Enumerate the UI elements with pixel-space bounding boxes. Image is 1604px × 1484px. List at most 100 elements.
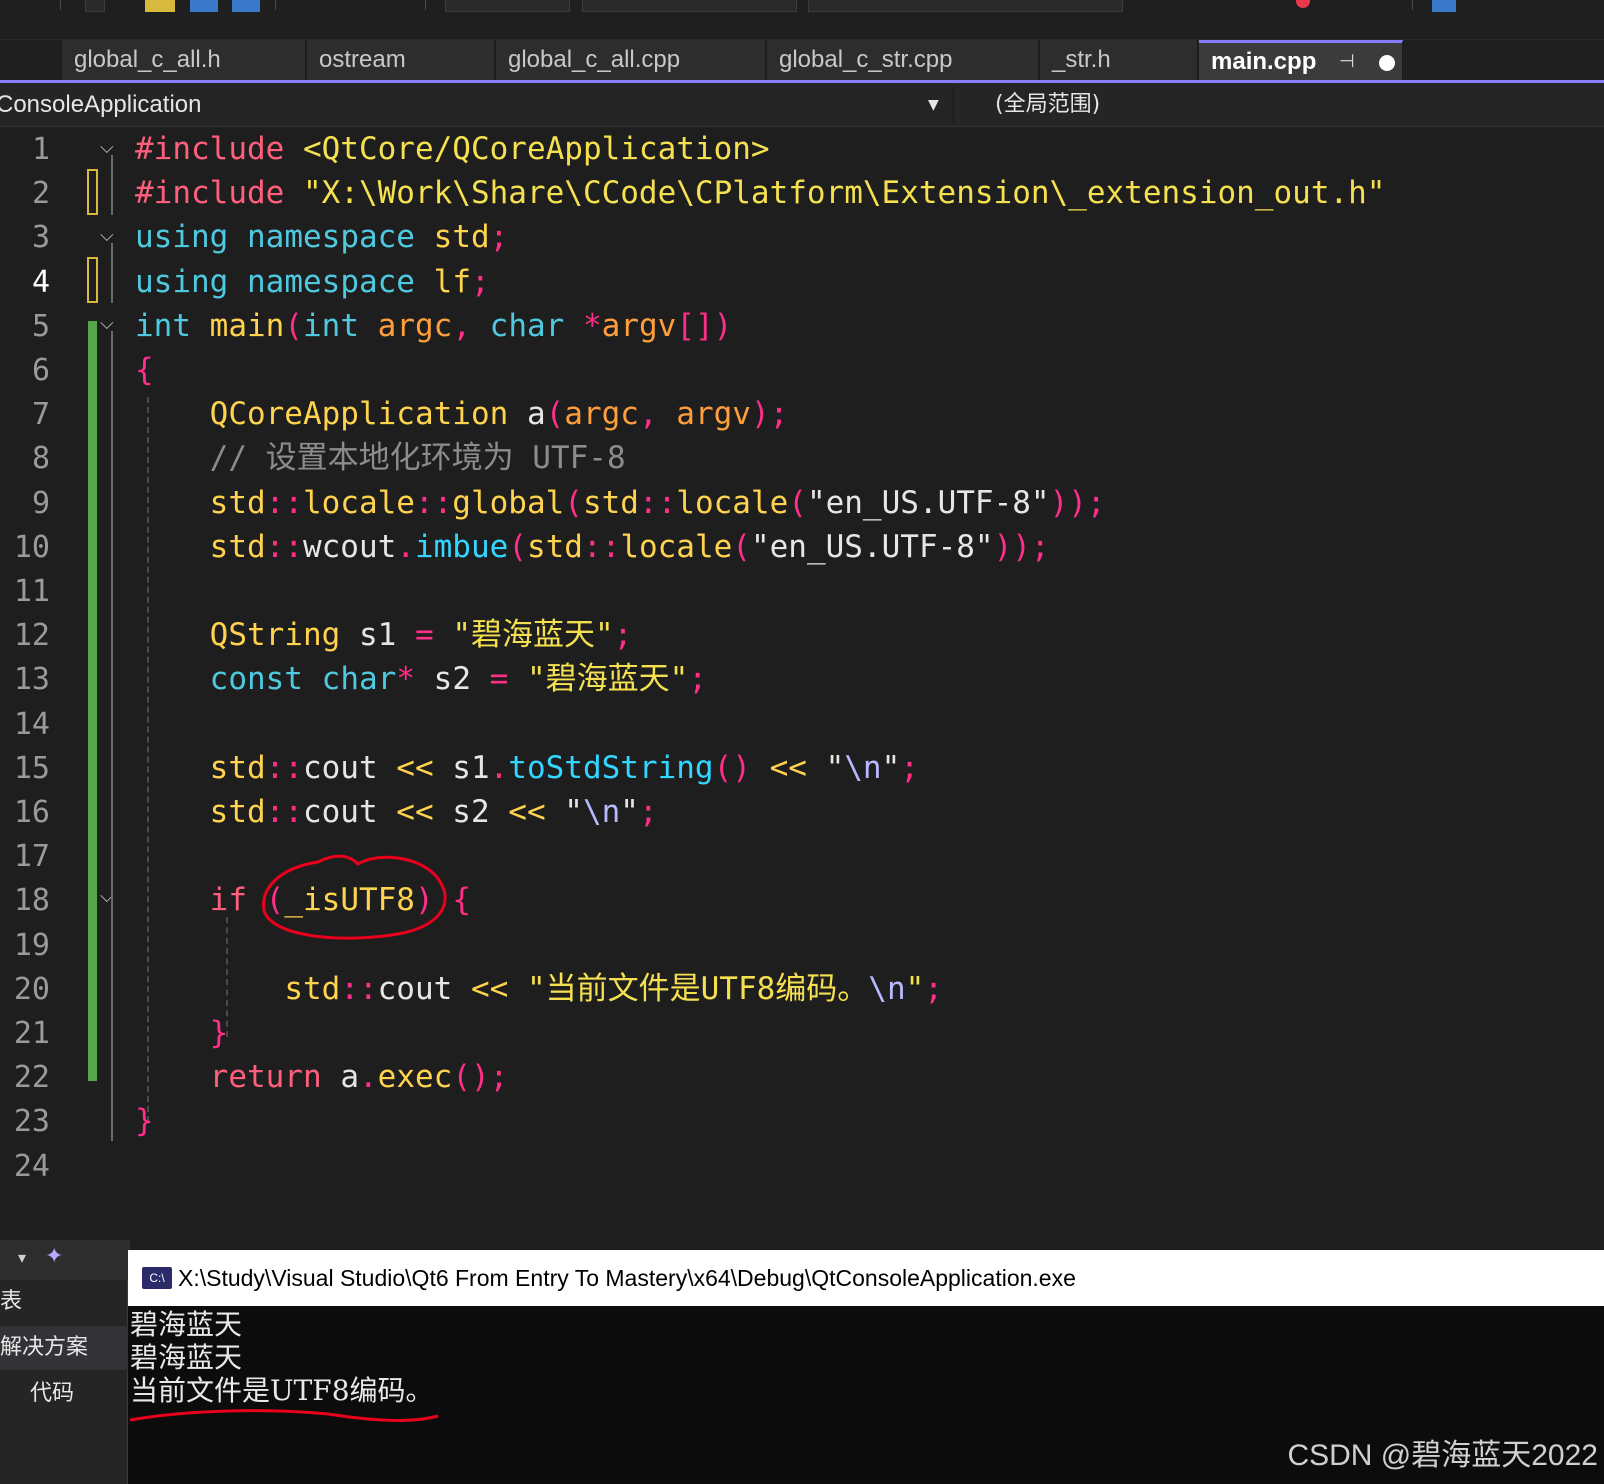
unsaved-change-indicator	[87, 169, 98, 215]
code-token: \n	[582, 794, 621, 830]
layout-icon[interactable]	[1432, 0, 1456, 12]
line-number: 15	[13, 750, 50, 786]
code-token: ::	[265, 528, 303, 565]
line-number: 11	[13, 574, 50, 609]
code-token: int	[135, 307, 191, 344]
panel-item-list[interactable]: 表	[0, 1280, 22, 1324]
tab-label: global_c_all.h	[74, 46, 221, 73]
save-icon[interactable]	[190, 0, 218, 12]
code-line: }	[135, 1099, 154, 1144]
code-token: <<	[377, 749, 453, 786]
code-token: "en_US.UTF-8"	[806, 484, 1050, 521]
chevron-down-icon[interactable]: ▾	[18, 1248, 26, 1267]
copilot-icon[interactable]: ✦	[45, 1244, 63, 1269]
project-dropdown[interactable]: ConsoleApplication	[0, 83, 201, 127]
tab-main-cpp[interactable]: main.cpp ⊣	[1199, 40, 1403, 80]
code-token: (	[732, 528, 751, 565]
code-token: #include	[135, 131, 285, 167]
tab-label: global_c_all.cpp	[508, 46, 681, 73]
code-token: return	[209, 1059, 322, 1096]
tab-str-h[interactable]: _str.h	[1040, 40, 1198, 80]
code-token: namespace	[247, 219, 415, 256]
code-token: s1	[358, 617, 397, 654]
code-line: QCoreApplication a(argc, argv);	[135, 392, 789, 437]
platform-dropdown[interactable]	[582, 0, 797, 12]
code-token: s1	[452, 749, 490, 786]
line-number: 24	[13, 1148, 50, 1184]
code-token: {	[452, 882, 471, 919]
code-token: *	[582, 307, 602, 344]
console-line: 碧海蓝天	[130, 1308, 243, 1341]
code-token: "当前文件是UTF8编码。	[526, 970, 869, 1007]
new-file-icon[interactable]	[85, 0, 105, 12]
startup-project-dropdown[interactable]	[808, 0, 1123, 12]
tab-label: _str.h	[1052, 46, 1111, 73]
code-editor[interactable]: 1 2 3 4 5 6 7 8 9 10 11 12 13 14 15 16 17 18 19 20 21 22 23 24 …	[0, 127, 1604, 1240]
code-token: QString	[209, 617, 341, 654]
code-token: \n	[844, 749, 882, 786]
tab-global-c-str-cpp[interactable]: global_c_str.cpp	[767, 40, 1039, 80]
tab-global-c-all-h[interactable]: global_c_all.h	[62, 40, 306, 80]
toolbar-separator	[275, 0, 276, 10]
record-icon[interactable]	[1296, 0, 1310, 8]
code-token: // 设置本地化环境为 UTF-8	[209, 440, 626, 477]
code-line: const char* s2 = "碧海蓝天";	[135, 657, 707, 702]
save-all-icon[interactable]	[232, 0, 260, 12]
panel-item-solution[interactable]: 解决方案	[0, 1326, 128, 1370]
code-line: return a.exec();	[135, 1055, 509, 1100]
code-token: std	[209, 484, 266, 521]
chevron-down-icon[interactable]: ▼	[928, 97, 939, 113]
code-token: std	[284, 970, 341, 1007]
tab-ostream[interactable]: ostream	[307, 40, 495, 80]
code-token: s2	[433, 661, 471, 698]
code-line: #include <QtCore/QCoreApplication>	[135, 127, 770, 172]
open-folder-icon[interactable]	[145, 0, 175, 12]
code-token: <<	[377, 794, 453, 830]
annotation-underline	[129, 1409, 439, 1422]
code-token: locale	[302, 484, 415, 521]
line-number: 19	[13, 927, 50, 963]
code-token: .	[358, 1059, 378, 1096]
scope-line	[111, 243, 113, 303]
line-number: 6	[31, 353, 50, 388]
pin-icon[interactable]: ⊣	[1339, 43, 1355, 80]
tab-global-c-all-cpp[interactable]: global_c_all.cpp	[496, 40, 766, 80]
divider	[952, 87, 954, 123]
console-title-bar[interactable]: C:\ X:\Study\Visual Studio\Qt6 From Entr…	[128, 1250, 1604, 1306]
code-token: using	[135, 219, 229, 256]
code-token: =	[470, 661, 527, 698]
code-token: <<	[452, 970, 527, 1007]
code-line: }	[135, 1011, 229, 1056]
code-token: "	[881, 749, 901, 786]
code-token: <QtCore/QCoreApplication>	[302, 131, 770, 167]
toolbar-separator	[1412, 0, 1413, 10]
code-token: ::	[638, 484, 677, 521]
scope-dropdown[interactable]: (全局范围)	[995, 83, 1100, 127]
code-token: argv	[601, 307, 677, 344]
unsaved-dot-icon[interactable]	[1379, 55, 1395, 71]
configuration-dropdown[interactable]	[445, 0, 570, 12]
tab-label: ostream	[319, 46, 406, 73]
line-number: 17	[13, 839, 50, 875]
code-token: main	[209, 307, 285, 344]
code-token: ));	[993, 528, 1050, 565]
code-token: if	[209, 882, 247, 919]
console-line: 碧海蓝天	[130, 1341, 243, 1374]
code-token: "en_US.UTF-8"	[750, 528, 994, 565]
code-token: a	[526, 396, 546, 433]
panel-item-code[interactable]: 代码	[30, 1372, 74, 1416]
code-token: (	[564, 484, 583, 521]
